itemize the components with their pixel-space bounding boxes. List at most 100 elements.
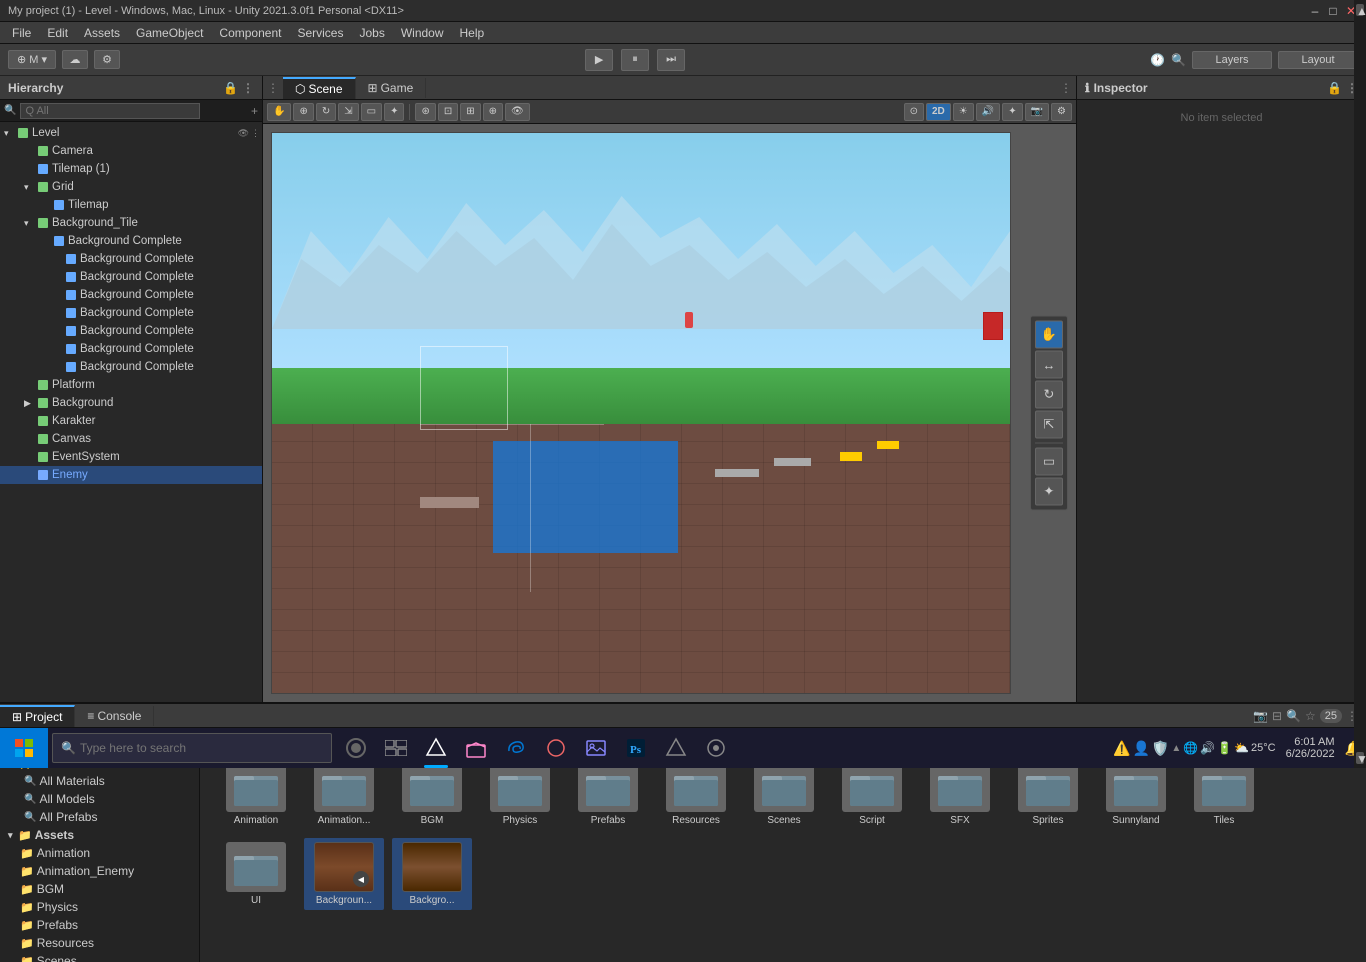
expand-arrow[interactable]: ▲ (1171, 743, 1181, 754)
menu-assets[interactable]: Assets (76, 24, 128, 42)
hierarchy-item-canvas[interactable]: Canvas (0, 430, 262, 448)
rotate-tool-sidebar[interactable]: ↻ (1035, 381, 1063, 409)
custom-tool-sidebar[interactable]: ✦ (1035, 478, 1063, 506)
account-button[interactable]: ⊕ M ▾ (8, 50, 56, 69)
minimize-button[interactable]: – (1308, 4, 1322, 18)
hierarchy-search-input[interactable] (20, 103, 200, 119)
eye-btn[interactable]: 👁 (505, 103, 530, 121)
taskbar-app2[interactable] (696, 728, 736, 768)
hand-tool-sidebar[interactable]: ✋ (1035, 321, 1063, 349)
star-icon[interactable]: ☆ (1305, 709, 1316, 723)
taskbar-unity2[interactable] (656, 728, 696, 768)
menu-window[interactable]: Window (393, 24, 452, 42)
cam-btn[interactable]: 📷 (1025, 103, 1049, 121)
sidebar-bgm[interactable]: 📁 BGM (4, 880, 195, 898)
hierarchy-item-bgc4[interactable]: Background Complete (0, 286, 262, 304)
hierarchy-item-bgc3[interactable]: Background Complete (0, 268, 262, 286)
hierarchy-item-level[interactable]: ▾ Level 👁 ⋮ (0, 124, 262, 142)
cloud-button[interactable]: ☁ (62, 50, 88, 69)
sidebar-resources[interactable]: 📁 Resources (4, 934, 195, 952)
pause-button[interactable]: ⏸ (621, 49, 649, 71)
hierarchy-item-bgc2[interactable]: Background Complete (0, 250, 262, 268)
2d-btn[interactable]: 2D (926, 103, 951, 121)
hierarchy-item-eventsystem[interactable]: EventSystem (0, 448, 262, 466)
hierarchy-item-bgc8[interactable]: Background Complete (0, 358, 262, 376)
settings-button[interactable]: ⚙ (94, 50, 120, 69)
asset-sunnyland[interactable]: Sunnyland (1096, 758, 1176, 830)
hierarchy-item-camera[interactable]: Camera (0, 142, 262, 160)
sidebar-assets[interactable]: ▾ 📁 Assets (4, 826, 195, 844)
taskbar-explorer[interactable] (456, 728, 496, 768)
tab-console[interactable]: ≡Console (75, 706, 154, 726)
pivot2-btn[interactable]: ⊡ (438, 103, 458, 121)
taskbar-cortana[interactable] (336, 728, 376, 768)
sidebar-physics[interactable]: 📁 Physics (4, 898, 195, 916)
scale-tool[interactable]: ⇲ (338, 103, 358, 121)
filter-icon[interactable]: ⊟ (1272, 709, 1282, 723)
hierarchy-item-background[interactable]: ▶ Background (0, 394, 262, 412)
hierarchy-item-bgc1[interactable]: Background Complete (0, 232, 262, 250)
menu-services[interactable]: Services (289, 24, 351, 42)
taskbar-search-input[interactable] (80, 741, 280, 755)
asset-animation2[interactable]: Animation... (304, 758, 384, 830)
tab-game[interactable]: ⊞Game (356, 78, 427, 98)
scroll-down[interactable]: ▼ (1356, 752, 1364, 764)
search-icon[interactable]: 🔍 (1286, 709, 1301, 723)
asset-prefabs[interactable]: Prefabs (568, 758, 648, 830)
asset-sprites[interactable]: Sprites (1008, 758, 1088, 830)
asset-scenes[interactable]: Scenes (744, 758, 824, 830)
taskbar-firefox[interactable] (536, 728, 576, 768)
asset-resources[interactable]: Resources (656, 758, 736, 830)
play-button[interactable]: ▶ (585, 49, 613, 71)
layout-dropdown[interactable]: Layout (1278, 51, 1358, 69)
screenshot-icon[interactable]: 📷 (1253, 709, 1268, 723)
move-tool[interactable]: ⊕ (293, 103, 313, 121)
hierarchy-item-bgc6[interactable]: Background Complete (0, 322, 262, 340)
eye-icon[interactable]: 👁 (238, 128, 249, 139)
menu-gameobject[interactable]: GameObject (128, 24, 211, 42)
hierarchy-item-bgc7[interactable]: Background Complete (0, 340, 262, 358)
add-icon[interactable]: + (251, 104, 258, 118)
hierarchy-item-tilemap[interactable]: Tilemap (0, 196, 262, 214)
shield-icon[interactable]: 🛡️ (1152, 740, 1169, 757)
menu-help[interactable]: Help (452, 24, 493, 42)
scrollbar[interactable]: ▲ ▼ (1354, 728, 1366, 768)
menu-component[interactable]: Component (211, 24, 289, 42)
scale-tool-sidebar[interactable]: ⇱ (1035, 411, 1063, 439)
sidebar-all-prefabs[interactable]: 🔍 All Prefabs (4, 808, 195, 826)
asset-sfx[interactable]: SFX (920, 758, 1000, 830)
multi-tool[interactable]: ✦ (384, 103, 404, 121)
asset-background2[interactable]: Backgro... (392, 838, 472, 910)
maximize-button[interactable]: □ (1326, 4, 1340, 18)
taskbar-taskview[interactable] (376, 728, 416, 768)
taskbar-edge[interactable] (496, 728, 536, 768)
menu-file[interactable]: File (4, 24, 39, 42)
more-icon[interactable]: ⋮ (251, 128, 260, 139)
user-icon[interactable]: 👤 (1132, 740, 1149, 757)
gizmos-btn[interactable]: ⚙ (1051, 103, 1072, 121)
clock[interactable]: 6:01 AM 6/26/2022 (1278, 736, 1343, 760)
sidebar-animation[interactable]: 📁 Animation (4, 844, 195, 862)
asset-physics[interactable]: Physics (480, 758, 560, 830)
sidebar-animation-enemy[interactable]: 📁 Animation_Enemy (4, 862, 195, 880)
asset-bgm[interactable]: BGM (392, 758, 472, 830)
menu-edit[interactable]: Edit (39, 24, 76, 42)
more-icon[interactable]: ⋮ (242, 81, 254, 95)
asset-script[interactable]: Script (832, 758, 912, 830)
taskbar-search-bar[interactable]: 🔍 (52, 733, 332, 763)
taskbar-photoshop[interactable]: Ps (616, 728, 656, 768)
grid-btn[interactable]: ⊞ (460, 103, 480, 121)
tab-scene[interactable]: ⬡Scene (283, 77, 356, 99)
asset-animation[interactable]: Animation (216, 758, 296, 830)
start-button[interactable] (0, 728, 48, 768)
sidebar-all-models[interactable]: 🔍 All Models (4, 790, 195, 808)
hierarchy-item-platform[interactable]: Platform (0, 376, 262, 394)
asset-ui[interactable]: UI (216, 838, 296, 910)
speaker-icon[interactable]: 🔊 (1200, 741, 1215, 755)
rotate-tool[interactable]: ↻ (316, 103, 336, 121)
sidebar-scenes[interactable]: 📁 Scenes (4, 952, 195, 962)
scene-more-icon[interactable]: ⋮ (1056, 81, 1076, 95)
asset-background1[interactable]: ◀ Backgroun... (304, 838, 384, 910)
lock-icon[interactable]: 🔒 (223, 81, 238, 95)
asset-tiles[interactable]: Tiles (1184, 758, 1264, 830)
